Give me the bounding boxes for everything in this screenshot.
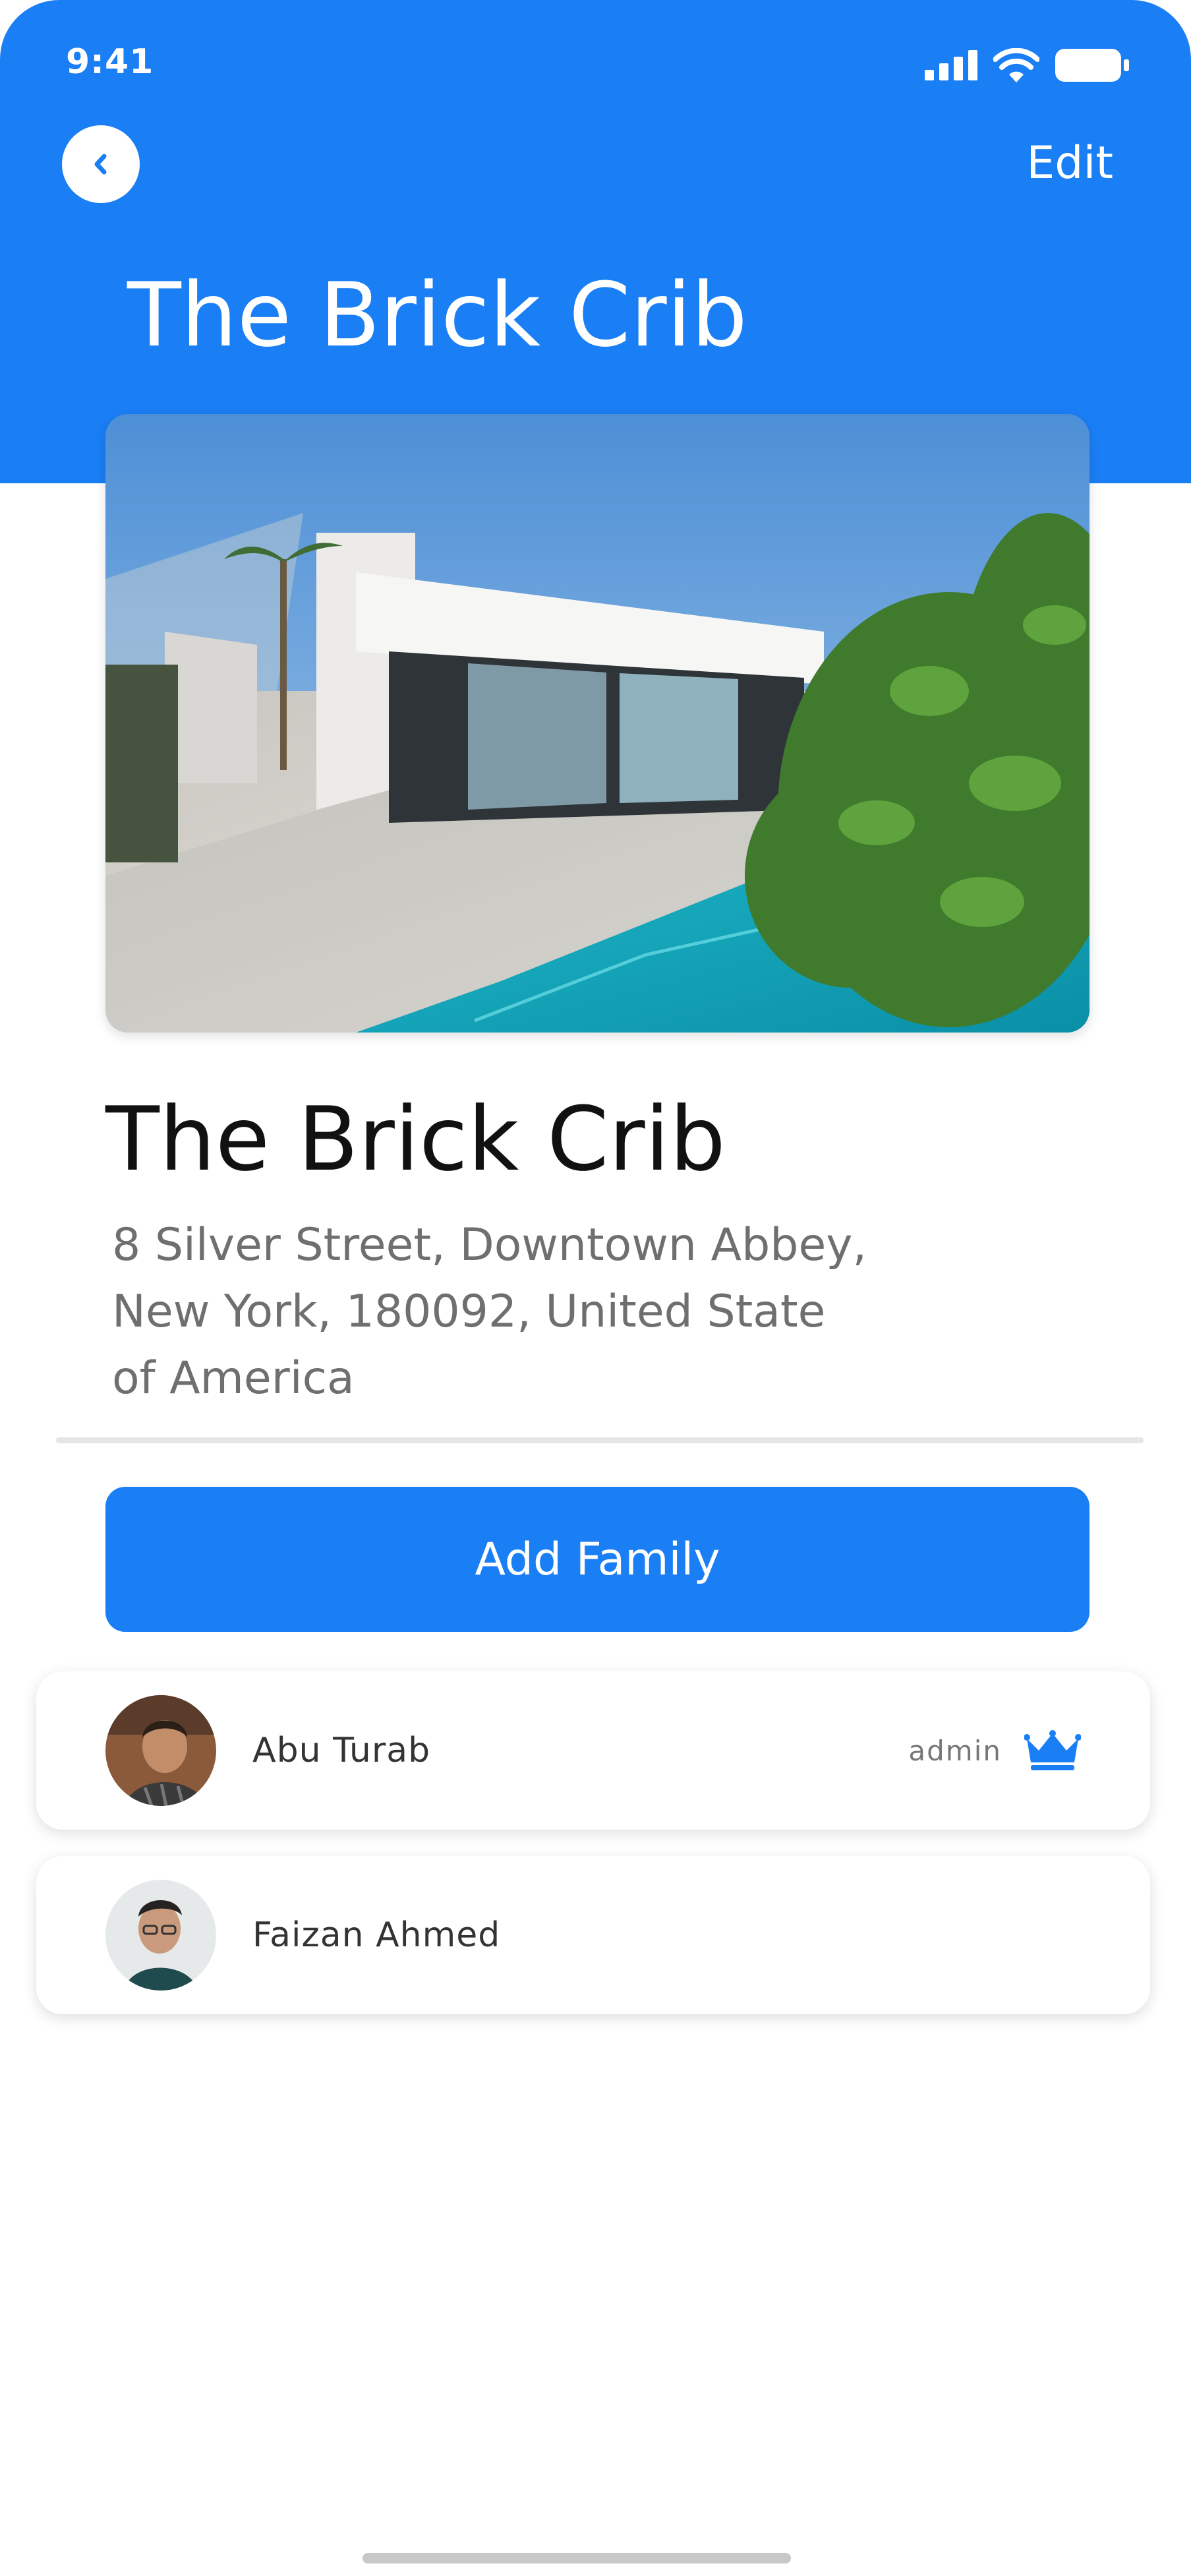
crown-icon	[1024, 1730, 1081, 1770]
address-line: New York, 180092, United State	[112, 1286, 826, 1338]
back-button[interactable]	[62, 125, 140, 203]
status-icons	[925, 47, 1130, 83]
add-family-button[interactable]: Add Family	[105, 1487, 1089, 1632]
edit-button[interactable]: Edit	[1026, 137, 1113, 189]
role-label: admin	[908, 1734, 1002, 1767]
phone-screen: 9:41 Edit The Brick Crib The Brick Crib …	[0, 0, 1191, 2576]
property-name: The Brick Crib	[105, 1088, 726, 1191]
member-card[interactable]: Faizan Ahmed	[36, 1856, 1150, 2014]
address-line: of America	[112, 1352, 355, 1404]
divider	[56, 1437, 1144, 1443]
status-time: 9:41	[66, 42, 154, 82]
wifi-icon	[993, 48, 1039, 82]
avatar	[105, 1695, 216, 1806]
property-photo	[105, 414, 1089, 1033]
address-line: 8 Silver Street, Downtown Abbey,	[112, 1219, 867, 1271]
property-address: 8 Silver Street, Downtown Abbey, New Yor…	[112, 1212, 929, 1412]
home-indicator	[363, 2553, 791, 2563]
chevron-left-icon	[94, 154, 107, 175]
page-title: The Brick Crib	[127, 264, 747, 367]
signal-icon	[925, 50, 977, 80]
battery-icon	[1055, 49, 1129, 82]
member-name: Abu Turab	[252, 1731, 431, 1770]
avatar	[105, 1880, 216, 1991]
member-card[interactable]: Abu Turab admin	[36, 1671, 1150, 1830]
member-name: Faizan Ahmed	[252, 1915, 501, 1955]
